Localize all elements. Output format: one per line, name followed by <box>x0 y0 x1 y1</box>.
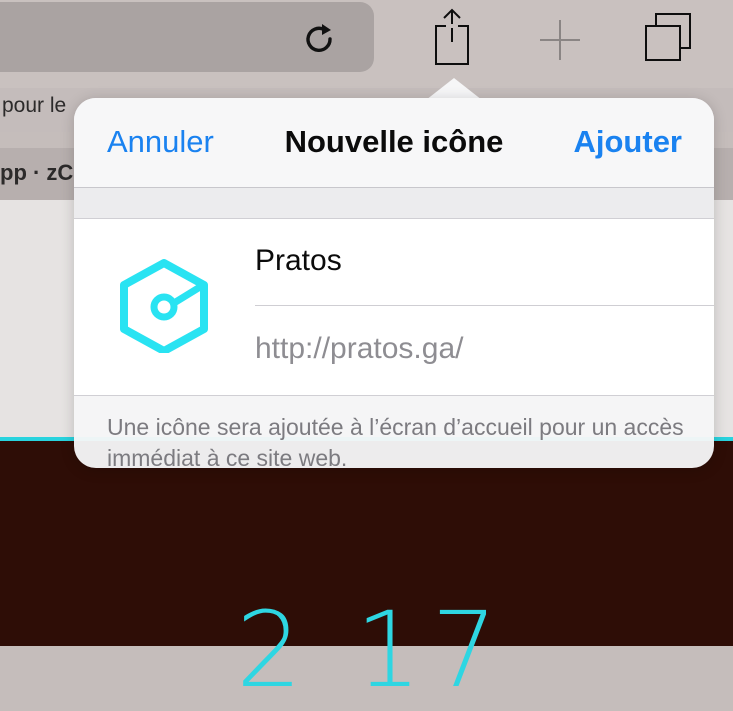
add-to-home-popover: Nouvelle icône Annuler Ajouter http://pr… <box>74 98 714 468</box>
bookmark-label[interactable]: pour le <box>2 94 66 118</box>
section-gap <box>74 188 714 219</box>
page-digits: 2 17 <box>236 589 508 711</box>
popover-footer-note: Une icône sera ajoutée à l’écran d’accue… <box>107 414 684 468</box>
cancel-button[interactable]: Annuler <box>107 124 214 160</box>
popover-arrow <box>426 78 482 100</box>
pratos-app-icon <box>120 259 208 353</box>
plus-icon[interactable] <box>532 6 588 66</box>
share-icon[interactable] <box>424 6 480 66</box>
safari-toolbar <box>0 0 733 88</box>
popover-nav-bar: Nouvelle icône Annuler Ajouter <box>74 98 714 188</box>
reload-icon[interactable] <box>302 22 338 58</box>
tabs-icon[interactable] <box>640 6 696 66</box>
icon-name-field[interactable] <box>255 239 705 283</box>
site-url: http://pratos.ga/ <box>255 332 464 365</box>
icon-details-card: http://pratos.ga/ <box>74 219 714 396</box>
field-divider <box>255 305 714 306</box>
add-button[interactable]: Ajouter <box>574 124 683 160</box>
address-bar[interactable] <box>0 2 374 72</box>
tab-label[interactable]: pp · zC <box>0 160 73 186</box>
